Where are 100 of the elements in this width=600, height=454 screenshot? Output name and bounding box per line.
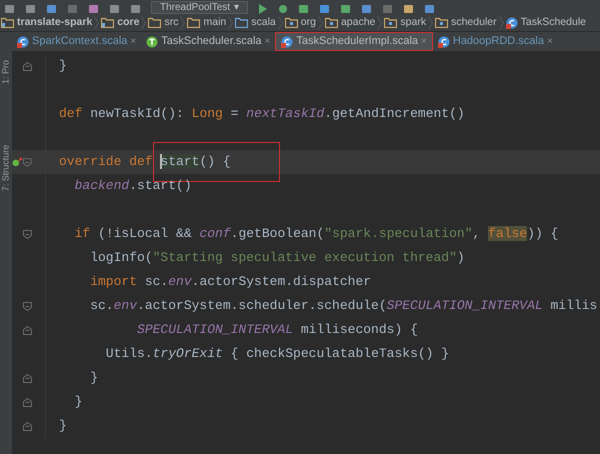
code-token: .actorSystem.scheduler.schedule( [137,298,387,313]
folder-icon [187,17,200,28]
toolbar-icon[interactable] [361,5,372,14]
code-token: millis [549,298,598,313]
class-icon [506,16,518,28]
toolbar-icon[interactable] [403,5,414,14]
code-token: { checkSpeculatableTasks() } [230,346,450,361]
code-token: nextTaskId [246,106,324,121]
breadcrumb-item[interactable]: apache [340,14,376,30]
code-token: } [59,58,67,73]
code-token: .actorSystem.dispatcher [192,274,372,289]
fold-marker-icon[interactable] [23,158,32,166]
close-tab-button[interactable]: × [546,34,553,49]
code-token: "spark.speculation" [324,226,473,241]
editor-tab[interactable]: SparkContext.scala × [12,32,142,51]
code-token: if [74,226,90,241]
chevron-icon [498,16,504,30]
code-token: .getAndIncrement() [324,106,465,121]
code-token: env [168,274,192,289]
folder-icon [324,17,338,28]
breadcrumb-item[interactable]: spark [400,14,426,30]
code-token: false [488,226,528,241]
toolbar-icon[interactable] [298,5,310,14]
fold-marker-icon[interactable] [23,230,32,238]
trait-icon [146,36,158,48]
tab-label: TaskScheduler.scala [161,34,262,50]
chevron-icon [318,16,323,30]
tab-label: HadoopRDD.scala [452,34,544,50]
breadcrumb-item[interactable]: scala [251,14,276,30]
editor-tab[interactable]: TaskSchedulerImpl.scala × [275,32,433,51]
code-token: sc. [89,298,114,313]
code-token: import [89,274,138,289]
folder-icon [435,17,448,28]
toolbar-icon[interactable] [319,5,330,14]
code-token: (!isLocal && [97,226,193,241]
tab-label: TaskSchedulerImpl.scala [296,34,418,50]
toolbar-icon[interactable] [109,5,120,14]
code-token: conf [199,226,231,241]
breadcrumb-item[interactable]: core [117,14,140,30]
toolbar-icon[interactable] [424,5,436,14]
breadcrumb-item[interactable]: translate-spark [17,14,92,30]
editor-tab[interactable]: TaskScheduler.scala × [141,32,276,51]
breadcrumb-item[interactable]: org [300,14,316,30]
fold-marker-icon[interactable] [23,326,32,334]
fold-marker-icon[interactable] [23,62,32,70]
code-token: override def [59,154,154,169]
code-token: } [74,394,82,409]
folder-icon [101,17,114,28]
debug-icon[interactable] [278,4,288,14]
fold-marker-icon[interactable] [23,374,32,382]
code-token: } [89,370,98,385]
fold-marker-icon[interactable] [23,302,32,310]
breadcrumb-item[interactable]: main [203,14,226,30]
code-token: newTaskId(): [90,106,185,121]
tool-window-label[interactable]: 1: Pro [2,60,10,84]
folder-icon [148,17,162,28]
chevron-icon [141,16,146,30]
editor-tab[interactable]: HadoopRDD.scala × [432,32,558,51]
toolbar-icon[interactable] [4,5,15,14]
folder-icon [235,17,248,28]
tool-window-label[interactable]: 7: Structure [2,144,10,192]
breadcrumb-item[interactable]: src [164,14,178,30]
code-token: Utils. [104,346,153,361]
code-token: def [59,106,84,121]
code-token: logInfo( [89,250,153,265]
breadcrumb-item[interactable]: TaskSchedule [520,14,586,30]
toolbar-icon[interactable] [340,5,352,14]
code-token: } [59,418,67,433]
code-token: milliseconds) { [300,322,418,337]
close-tab-button[interactable]: × [264,34,270,49]
breadcrumb-item[interactable]: scheduler [451,14,497,30]
code-token: tryOrExit [152,346,223,361]
override-marker-icon[interactable] [12,157,22,167]
tab-label: SparkContext.scala [32,34,128,50]
fold-marker-icon[interactable] [23,398,32,406]
chevron-icon [228,16,234,30]
close-tab-button[interactable]: × [130,34,136,49]
code-token: SPECULATION_INTERVAL [386,298,543,313]
fold-marker-icon[interactable] [23,422,32,430]
chevron-icon [377,16,382,30]
toolbar-icon[interactable] [130,5,141,14]
code-token: SPECULATION_INTERVAL [136,322,294,337]
code-token: )) { [527,226,558,241]
class-icon [438,36,450,48]
toolbar-icon[interactable] [46,5,57,14]
folder-icon [384,17,398,28]
folder-icon [284,17,298,28]
chevron-icon [180,16,186,30]
toolbar-icon[interactable] [67,5,78,14]
code-token: () { [199,154,231,169]
dropdown-arrow: ▾ [234,2,240,12]
run-configuration-dropdown[interactable]: ThreadPoolTest ▾ [151,1,248,14]
toolbar-icon[interactable] [88,5,99,14]
class-icon [281,36,294,48]
toolbar-icon[interactable] [25,5,36,14]
code-token: , [472,226,482,241]
code-token: backend [74,178,130,193]
code-token: ) [456,250,465,265]
code-token: .start() [129,178,192,193]
toolbar-icon[interactable] [382,5,394,14]
